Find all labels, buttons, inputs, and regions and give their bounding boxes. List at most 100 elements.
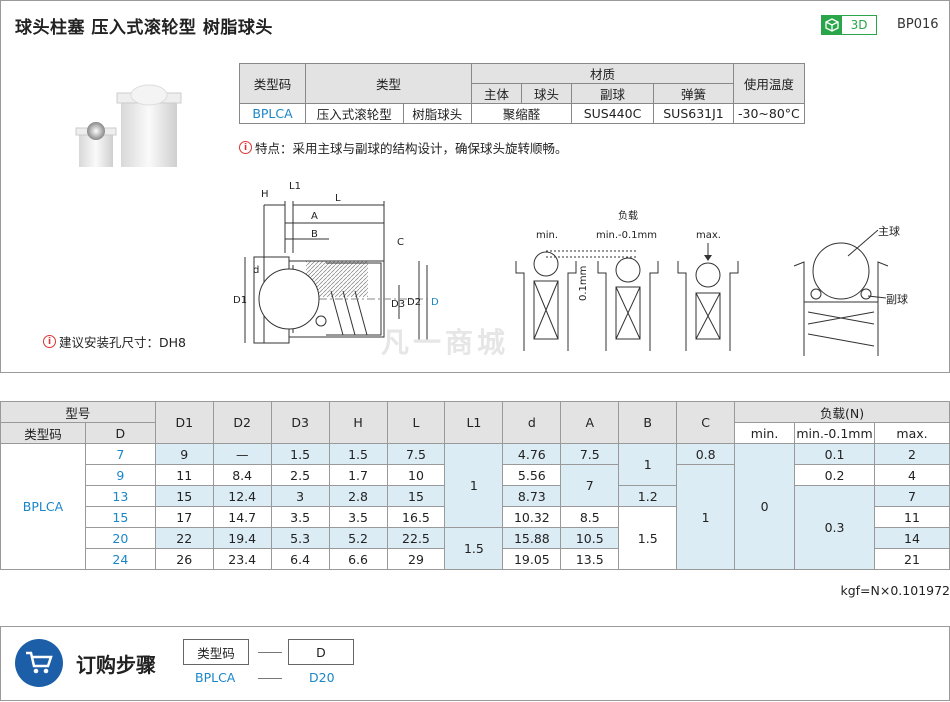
cell-load-max: 11 <box>874 506 950 528</box>
spec-header-spring: 弹簧 <box>653 83 734 104</box>
cell-d: 10.32 <box>502 506 562 528</box>
info-icon: i <box>239 141 252 154</box>
cell-D3: 3 <box>270 485 330 507</box>
order-steps-panel: 订购步骤 类型码 D BPLCA D20 <box>0 626 950 701</box>
cell-L: 7.5 <box>386 443 446 465</box>
load-max-label: max. <box>696 230 721 241</box>
cell-A: 10.5 <box>560 527 620 549</box>
cell-D2: 12.4 <box>212 485 272 507</box>
cube-icon <box>822 16 842 34</box>
cell-L1: 1.5 <box>444 527 504 570</box>
watermark: 凡一商城 <box>381 326 510 359</box>
order-type-code-value: BPLCA <box>195 670 236 685</box>
cell-H: 6.6 <box>328 548 388 570</box>
order-title: 订购步骤 <box>76 653 156 677</box>
cell-A: 7 <box>560 464 620 507</box>
cell-D: 15 <box>84 506 156 528</box>
cell-D2: 14.7 <box>212 506 272 528</box>
load-min-label: min. <box>536 230 558 241</box>
spec-header-ball: 球头 <box>521 83 572 104</box>
cell-A: 13.5 <box>560 548 620 570</box>
product-photo <box>75 84 182 167</box>
header-d: d <box>502 401 562 444</box>
load-min01-label: min.-0.1mm <box>596 230 657 241</box>
cell-load-mid: 0.2 <box>794 464 876 486</box>
cell-L: 10 <box>386 464 446 486</box>
sub-ball-label: 副球 <box>886 292 908 306</box>
3d-button[interactable]: 3D <box>821 15 877 35</box>
spec-body-ball: 聚缩醛 <box>471 103 572 124</box>
cell-D1: 26 <box>154 548 214 570</box>
spec-temp: -30~80°C <box>733 103 805 124</box>
cell-A: 7.5 <box>560 443 620 465</box>
cell-H: 3.5 <box>328 506 388 528</box>
cell-D2: — <box>212 443 272 465</box>
install-note: i 建议安装孔尺寸：DH8 <box>43 332 186 351</box>
dim-d-label: d <box>253 265 259 276</box>
dim-D2-label: D2 <box>407 297 421 308</box>
cell-H: 2.8 <box>328 485 388 507</box>
3d-label: 3D <box>850 18 868 32</box>
header-model: 型号 <box>0 401 156 423</box>
header-C: C <box>676 401 736 444</box>
cell-C: 0.8 <box>676 443 736 465</box>
gap-label: 0.1mm <box>578 266 589 301</box>
cell-H: 5.2 <box>328 527 388 549</box>
cell-D3: 2.5 <box>270 464 330 486</box>
cell-load-max: 21 <box>874 548 950 570</box>
info-icon: i <box>43 335 56 348</box>
product-code: BP016 <box>897 17 939 32</box>
dim-H-label: H <box>261 189 269 200</box>
cell-L: 16.5 <box>386 506 446 528</box>
spec-header-type: 类型 <box>305 63 472 104</box>
cell-D2: 8.4 <box>212 464 272 486</box>
main-ball-label: 主球 <box>878 224 900 238</box>
kgf-conversion: kgf=N×0.101972 <box>840 583 950 598</box>
cell-d: 8.73 <box>502 485 562 507</box>
cell-B: 1.2 <box>618 485 678 507</box>
spec-table: 类型码 类型 材质 使用温度 主体 球头 副球 弹簧 BPLCA 压入式滚轮型 … <box>239 63 805 124</box>
dim-D1-label: D1 <box>233 295 247 306</box>
dim-L-label: L <box>335 193 341 204</box>
cell-D: 24 <box>84 548 156 570</box>
header-D3: D3 <box>270 401 330 444</box>
cell-D1: 11 <box>154 464 214 486</box>
cell-d: 4.76 <box>502 443 562 465</box>
spec-header-body: 主体 <box>471 83 522 104</box>
cell-D1: 22 <box>154 527 214 549</box>
cell-load-max: 2 <box>874 443 950 465</box>
cell-load-min: 0 <box>734 443 796 570</box>
header-load-min: min. <box>734 422 796 444</box>
dim-C-label: C <box>397 237 404 248</box>
spec-spring: SUS631J1 <box>653 103 734 124</box>
cell-L: 15 <box>386 485 446 507</box>
cell-D3: 1.5 <box>270 443 330 465</box>
spec-header-temp: 使用温度 <box>733 63 805 104</box>
header-D1: D1 <box>154 401 214 444</box>
header-D2: D2 <box>212 401 272 444</box>
cell-L1: 1 <box>444 443 504 528</box>
cell-D: 13 <box>84 485 156 507</box>
cell-D3: 6.4 <box>270 548 330 570</box>
order-type-code-box: 类型码 <box>183 639 249 665</box>
page-title: 球头柱塞 压入式滚轮型 树脂球头 <box>15 18 273 38</box>
header-L1: L1 <box>444 401 504 444</box>
order-connector <box>258 652 282 653</box>
cell-D2: 23.4 <box>212 548 272 570</box>
cell-D3: 5.3 <box>270 527 330 549</box>
cell-H: 1.7 <box>328 464 388 486</box>
cell-load-mid: 0.3 <box>794 485 876 570</box>
cell-d: 15.88 <box>502 527 562 549</box>
cell-D2: 19.4 <box>212 527 272 549</box>
header-load: 负载(N) <box>734 401 950 423</box>
spec-header-type-code: 类型码 <box>239 63 306 104</box>
cell-D: 9 <box>84 464 156 486</box>
feature-text: 特点：采用主球与副球的结构设计，确保球头旋转顺畅。 <box>255 141 568 156</box>
cell-D1: 17 <box>154 506 214 528</box>
cell-H: 1.5 <box>328 443 388 465</box>
cell-d: 19.05 <box>502 548 562 570</box>
row-type-code: BPLCA <box>0 443 86 570</box>
dim-D-label: D <box>431 297 439 308</box>
cell-L: 22.5 <box>386 527 446 549</box>
cell-B: 1 <box>618 443 678 486</box>
